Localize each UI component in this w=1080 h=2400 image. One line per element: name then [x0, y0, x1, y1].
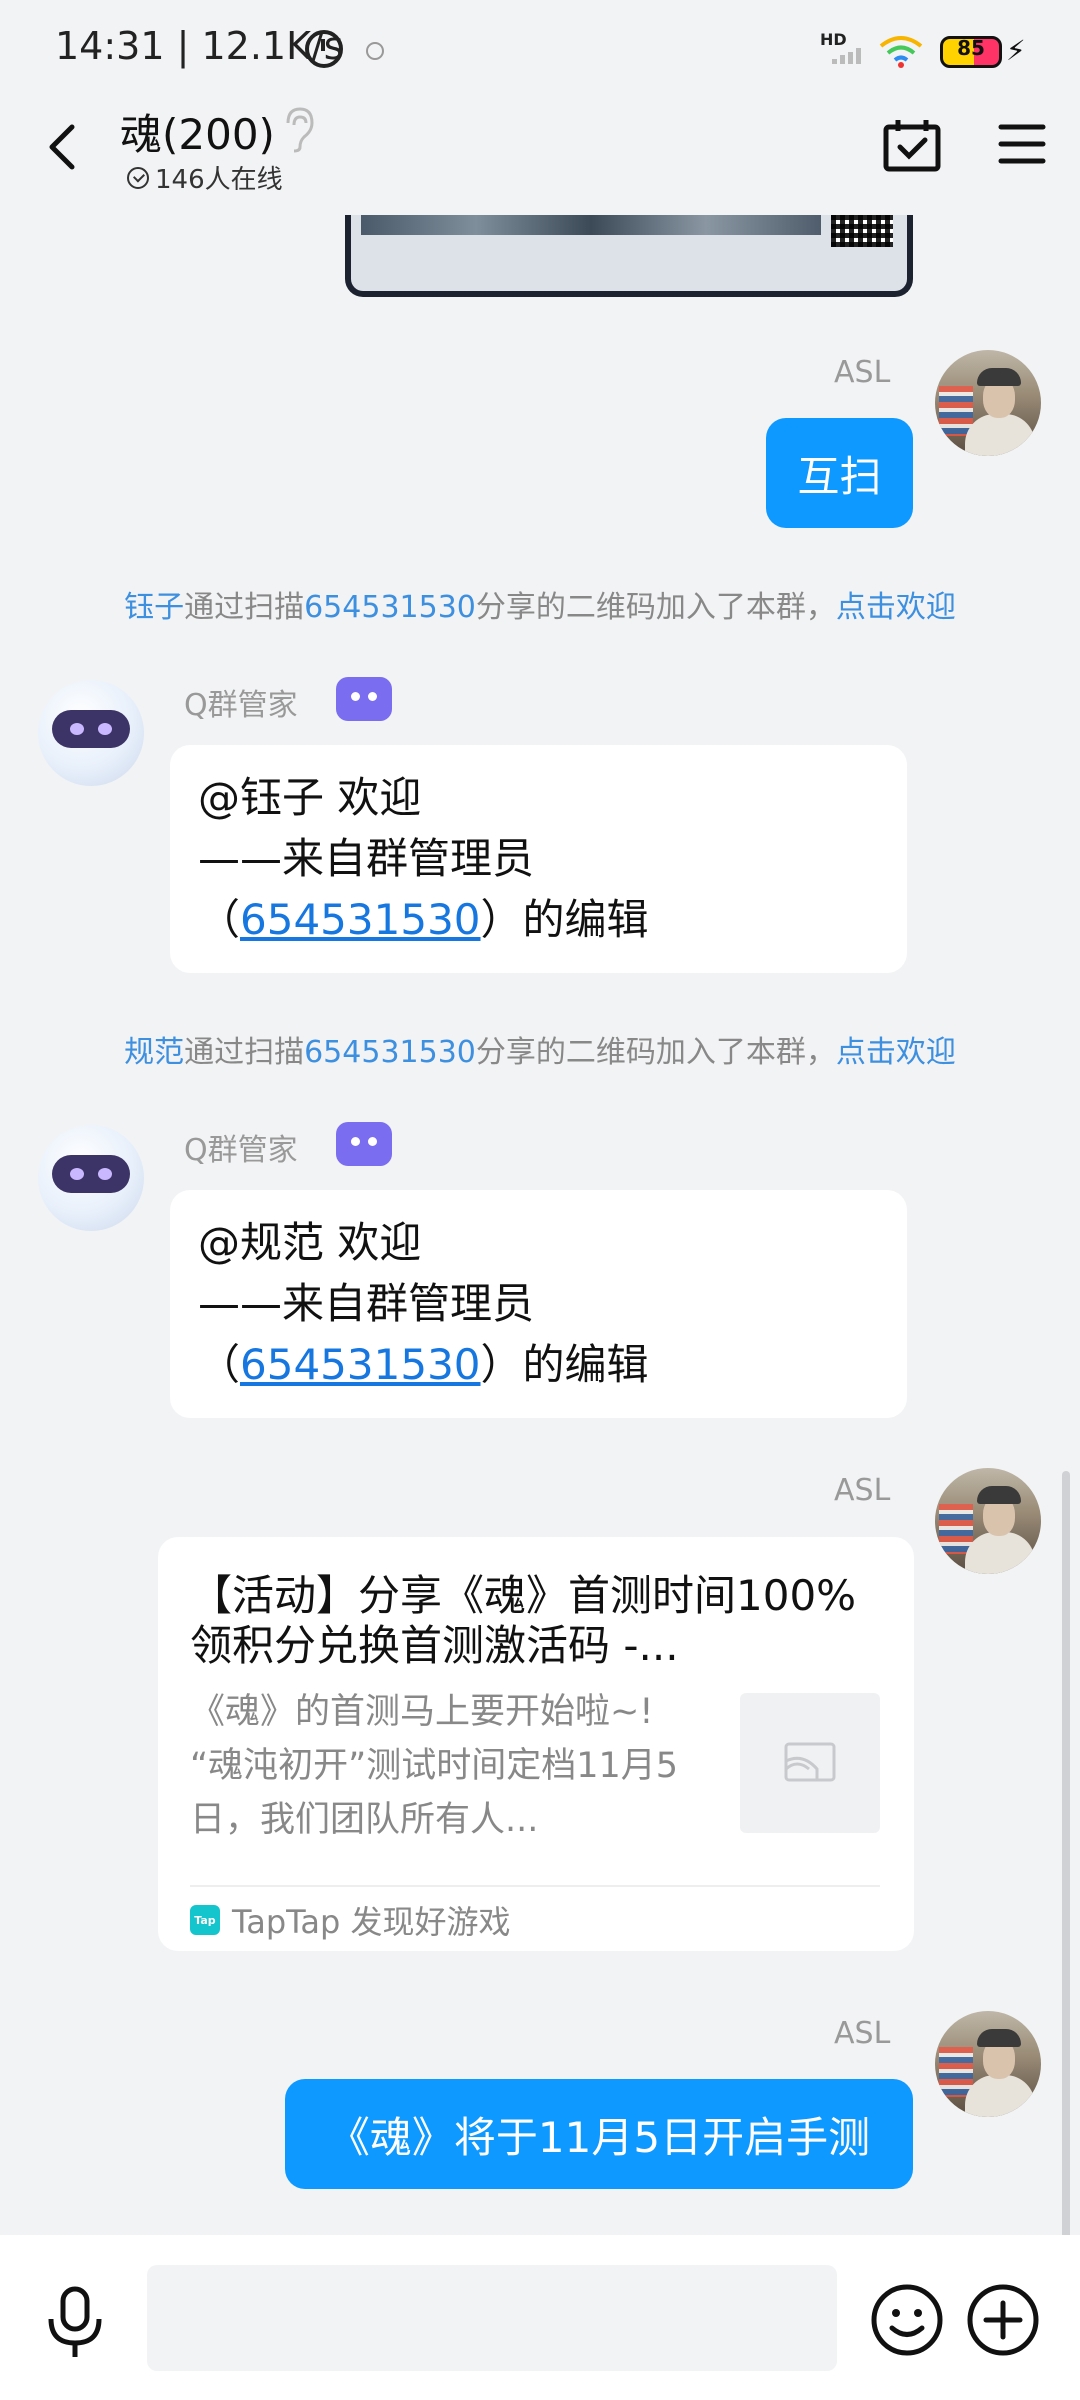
online-count-label: 146人在线 [155, 165, 283, 195]
admin-id-link[interactable]: 654531530 [240, 1340, 481, 1389]
avatar[interactable] [935, 350, 1041, 456]
calendar-icon[interactable] [882, 117, 942, 173]
share-source: Tap TapTap 发现好游戏 [190, 1897, 511, 1943]
paren: （ [198, 895, 241, 944]
status-bar: 14:31 | 12.1K/s HD 85 ⚡ [0, 0, 1080, 95]
member-name-link[interactable]: 钰子 [124, 590, 184, 625]
admin-id-link[interactable]: 654531530 [240, 895, 481, 944]
battery-level: 85 [957, 36, 985, 60]
sender-name: ASL [834, 355, 891, 390]
share-link-card[interactable]: 【活动】分享《魂》首测时间100%领积分兑换首测激活码 -... 《魂》的首测马… [158, 1537, 914, 1951]
bot-message-bubble[interactable]: @钰子 欢迎 ——来自群管理员 （654531530）的编辑 [170, 745, 907, 973]
taptap-logo-icon: Tap [190, 1905, 220, 1935]
signal-icon [832, 48, 862, 64]
bot-sender-name: Q群管家 [184, 688, 298, 723]
bot-message-line: ——来自群管理员 [198, 834, 535, 883]
qr-code-image [831, 215, 893, 247]
message-bubble[interactable]: 互扫 [766, 418, 913, 528]
bot-message-bubble[interactable]: @规范 欢迎 ——来自群管理员 （654531530）的编辑 [170, 1190, 907, 1418]
chat-header: 魂(200) 146人在线 [0, 95, 1080, 215]
status-time: 14:31 | 12.1K/s [55, 24, 344, 68]
plus-icon[interactable] [966, 2283, 1040, 2357]
back-arrow-icon[interactable] [38, 117, 88, 177]
scrollbar[interactable] [1062, 1471, 1070, 2235]
online-count[interactable]: 146人在线 [127, 159, 283, 196]
sender-name: ASL [834, 1473, 891, 1508]
bot-message-line: @钰子 欢迎 [198, 773, 422, 822]
image-scene [361, 215, 821, 235]
bot-sender-name: Q群管家 [184, 1133, 298, 1168]
welcome-link[interactable]: 点击欢迎 [836, 1035, 956, 1070]
inviter-id-link[interactable]: 654531530 [304, 590, 476, 625]
system-join-notice: 钰子通过扫描654531530分享的二维码加入了本群，点击欢迎 [0, 582, 1080, 626]
robot-badge-icon [336, 677, 392, 721]
menu-icon[interactable] [998, 121, 1046, 167]
card-divider [190, 1885, 880, 1887]
alarm-icon [305, 30, 343, 68]
bot-avatar[interactable] [38, 680, 144, 786]
sender-name: ASL [834, 2016, 891, 2051]
microphone-icon[interactable] [42, 2285, 108, 2361]
share-title: 【活动】分享《魂》首测时间100%领积分兑换首测激活码 -... [190, 1571, 857, 1670]
notice-text: 分享的二维码加入了本群， [475, 1035, 836, 1070]
image-message[interactable] [345, 215, 913, 297]
share-description: 《魂》的首测马上要开始啦~! “魂沌初开”测试时间定档11月5日，我们团队所有人… [190, 1692, 679, 1840]
notice-text: 通过扫描 [184, 590, 305, 625]
message-bubble[interactable]: 《魂》将于11月5日开启手测 [285, 2079, 913, 2189]
hd-badge: HD [820, 30, 847, 49]
chat-messages[interactable]: ASL 互扫 钰子通过扫描654531530分享的二维码加入了本群，点击欢迎 Q… [0, 215, 1080, 2235]
member-name-link[interactable]: 规范 [124, 1035, 184, 1070]
bot-message-line: ——来自群管理员 [198, 1279, 535, 1328]
share-thumbnail [740, 1693, 880, 1833]
wifi-icon [879, 36, 923, 68]
group-title[interactable]: 魂(200) [120, 101, 275, 162]
avatar[interactable] [935, 1468, 1041, 1574]
bot-avatar[interactable] [38, 1125, 144, 1231]
bot-message-text: ）的编辑 [480, 895, 649, 944]
emoji-icon[interactable] [870, 2283, 944, 2357]
input-bar [0, 2235, 1080, 2400]
ear-icon[interactable] [280, 105, 316, 153]
notice-text: 通过扫描 [184, 1035, 305, 1070]
welcome-link[interactable]: 点击欢迎 [836, 590, 956, 625]
message-input[interactable] [147, 2265, 837, 2371]
system-join-notice: 规范通过扫描654531530分享的二维码加入了本群，点击欢迎 [0, 1027, 1080, 1071]
robot-badge-icon [336, 1122, 392, 1166]
notice-text: 分享的二维码加入了本群， [475, 590, 836, 625]
inviter-id-link[interactable]: 654531530 [304, 1035, 476, 1070]
online-check-icon [127, 166, 149, 189]
bot-message-line: @规范 欢迎 [198, 1218, 422, 1267]
share-source-label: TapTap 发现好游戏 [232, 1903, 511, 1941]
battery-icon: 85 [940, 36, 1002, 68]
bot-message-text: ）的编辑 [480, 1340, 649, 1389]
charging-icon: ⚡ [1006, 34, 1026, 67]
sync-icon [366, 42, 384, 60]
image-placeholder-icon [784, 1742, 836, 1782]
paren: （ [198, 1340, 241, 1389]
avatar[interactable] [935, 2011, 1041, 2117]
